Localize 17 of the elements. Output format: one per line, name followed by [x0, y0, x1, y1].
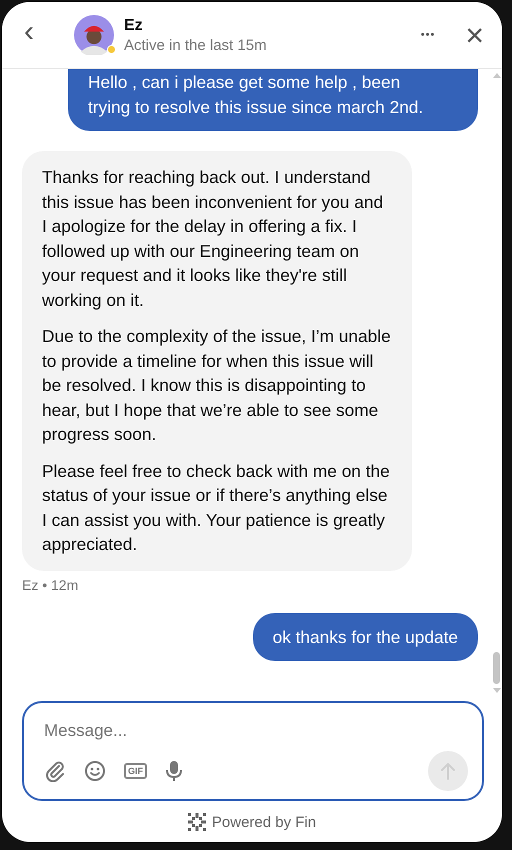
back-button[interactable]: ‹: [24, 17, 60, 47]
powered-by-text: Powered by Fin: [212, 814, 316, 830]
fin-logo-icon: [188, 813, 206, 831]
gif-button[interactable]: GIF: [124, 763, 147, 779]
agent-name: Ez: [124, 16, 144, 34]
agent-status: Active in the last 15m: [124, 36, 268, 54]
arrow-up-icon: [440, 762, 456, 780]
avatar-icon: [74, 15, 114, 55]
more-button[interactable]: •••: [420, 29, 436, 41]
user-message: Hello , can i please get some help , been trying to resolve this issue since march 2nd.: [68, 69, 478, 131]
emoji-icon[interactable]: [84, 760, 106, 782]
agent-message: Thanks for reaching back out. I understand this issue has been inconvenient for you and I apologize for the delay in offering a fix. I followed up with our Engineering team on your request and it looks like they're still working on it. Due to the complexity of the issue, I’m unable to provide a timeline for when this issue will be resolved. I know this is disappointing to hear, but I hope that we’re able to see some progress soon. Please feel free to check back with me on the status of your issue or if there’s anything else I can assist you with. Your patience is greatly appreciated.: [22, 151, 412, 570]
close-button[interactable]: ×: [465, 20, 484, 50]
microphone-icon[interactable]: [165, 760, 183, 782]
user-message: ok thanks for the update: [252, 612, 478, 661]
paperclip-icon[interactable]: [44, 760, 66, 782]
message-meta: Ez • 12m: [22, 576, 78, 592]
